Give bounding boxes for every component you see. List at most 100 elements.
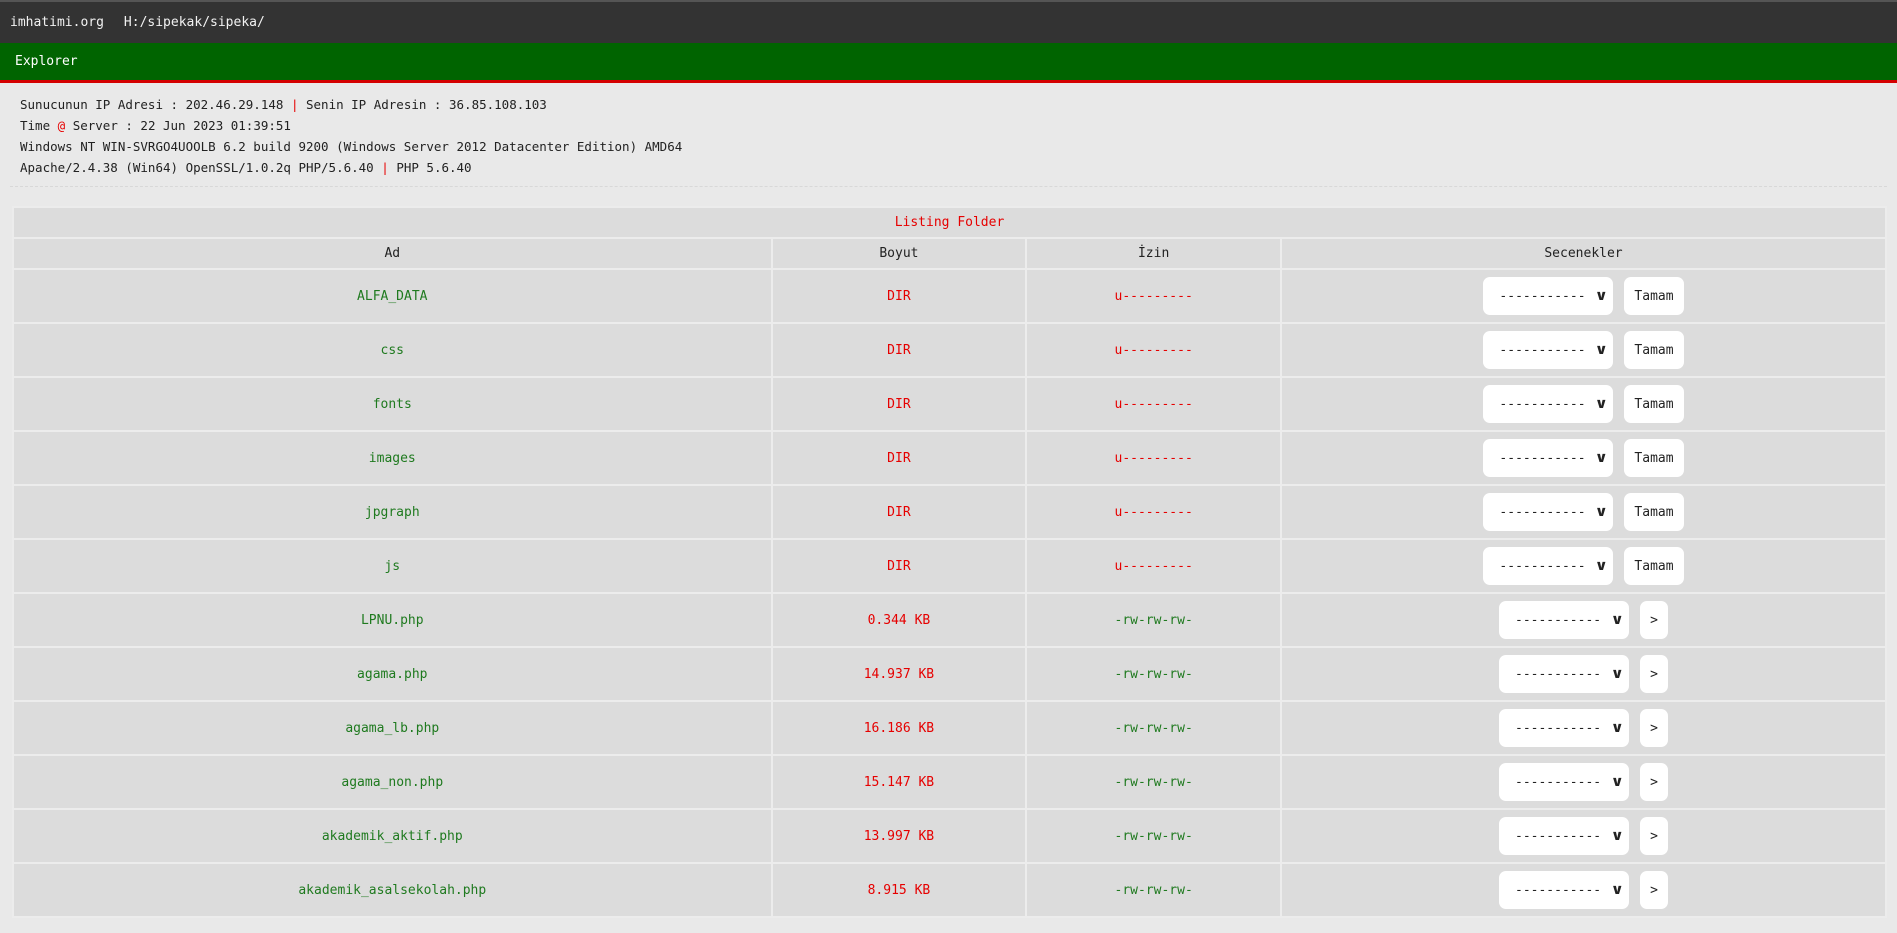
action-select[interactable]: ----------- ∨ [1483, 547, 1614, 585]
options-group: ----------- ∨ Tamam [1483, 331, 1684, 369]
options-group: ----------- ∨ > [1499, 871, 1668, 909]
action-select-value: ----------- [1515, 828, 1602, 844]
nav-bar: Explorer [0, 43, 1897, 83]
go-button[interactable]: > [1640, 763, 1668, 801]
chevron-down-icon: ∨ [1595, 396, 1608, 412]
file-link[interactable]: akademik_asalsekolah.php [12, 862, 773, 918]
chevron-down-icon: ∨ [1610, 612, 1623, 628]
server-time: Server : 22 Jun 2023 01:39:51 [72, 118, 291, 133]
action-select-value: ----------- [1515, 720, 1602, 736]
separator: | [381, 160, 389, 175]
action-select-value: ----------- [1499, 450, 1586, 466]
file-size: 0.344 KB [770, 592, 1028, 648]
file-link[interactable]: agama_lb.php [12, 700, 773, 756]
permission: -rw-rw-rw- [1025, 592, 1282, 648]
folder-link[interactable]: css [12, 322, 773, 378]
folder-link[interactable]: ALFA_DATA [12, 268, 773, 324]
permission: -rw-rw-rw- [1025, 646, 1282, 702]
table-row: agama_lb.php 16.186 KB -rw-rw-rw- ---------… [12, 700, 1887, 756]
file-size: 16.186 KB [770, 700, 1028, 756]
folder-link[interactable]: fonts [12, 376, 773, 432]
tamam-button[interactable]: Tamam [1624, 439, 1684, 477]
action-select-value: ----------- [1515, 882, 1602, 898]
options-cell: ----------- ∨ > [1280, 700, 1887, 756]
folder-link[interactable]: jpgraph [12, 484, 773, 540]
tamam-button[interactable]: Tamam [1624, 331, 1684, 369]
server-info-line-time: Time @ Server : 22 Jun 2023 01:39:51 [20, 115, 1877, 136]
action-select[interactable]: ----------- ∨ [1499, 601, 1629, 639]
chevron-down-icon: ∨ [1595, 342, 1608, 358]
file-link[interactable]: akademik_aktif.php [12, 808, 773, 864]
action-select-value: ----------- [1499, 288, 1586, 304]
action-select[interactable]: ----------- ∨ [1483, 439, 1614, 477]
go-button[interactable]: > [1640, 709, 1668, 747]
permission: u--------- [1025, 538, 1282, 594]
tamam-button[interactable]: Tamam [1624, 547, 1684, 585]
action-select[interactable]: ----------- ∨ [1499, 871, 1629, 909]
chevron-down-icon: ∨ [1610, 774, 1623, 790]
action-select-value: ----------- [1499, 342, 1586, 358]
file-size: DIR [770, 322, 1028, 378]
options-cell: ----------- ∨ Tamam [1280, 376, 1887, 432]
tamam-button[interactable]: Tamam [1624, 385, 1684, 423]
action-select[interactable]: ----------- ∨ [1483, 331, 1614, 369]
action-select[interactable]: ----------- ∨ [1483, 493, 1614, 531]
top-bar: imhatimi.org H:/sipekak/sipeka/ [0, 0, 1897, 43]
folder-link[interactable]: js [12, 538, 773, 594]
action-select[interactable]: ----------- ∨ [1499, 817, 1629, 855]
permission: -rw-rw-rw- [1025, 754, 1282, 810]
chevron-down-icon: ∨ [1610, 882, 1623, 898]
permission: u--------- [1025, 430, 1282, 486]
site-link[interactable]: imhatimi.org [10, 15, 104, 30]
nav-explorer[interactable]: Explorer [15, 54, 78, 69]
permission: -rw-rw-rw- [1025, 862, 1282, 918]
folder-link[interactable]: images [12, 430, 773, 486]
file-size: DIR [770, 484, 1028, 540]
server-info-line-os: Windows NT WIN-SVRGO4UOOLB 6.2 build 920… [20, 139, 683, 154]
go-button[interactable]: > [1640, 655, 1668, 693]
php-version: PHP 5.6.40 [396, 160, 472, 175]
action-select[interactable]: ----------- ∨ [1499, 655, 1629, 693]
options-group: ----------- ∨ Tamam [1483, 277, 1684, 315]
action-select[interactable]: ----------- ∨ [1483, 277, 1614, 315]
go-button[interactable]: > [1640, 601, 1668, 639]
file-table-wrapper: Listing Folder Ad Boyut İzin Secenekler … [12, 206, 1887, 918]
server-info-line-ip: Sunucunun IP Adresi : 202.46.29.148 | Se… [20, 94, 1877, 115]
action-select[interactable]: ----------- ∨ [1483, 385, 1614, 423]
options-cell: ----------- ∨ > [1280, 754, 1887, 810]
divider [10, 186, 1887, 187]
tamam-button[interactable]: Tamam [1624, 493, 1684, 531]
column-header-name: Ad [12, 237, 773, 270]
options-cell: ----------- ∨ Tamam [1280, 268, 1887, 324]
go-button[interactable]: > [1640, 871, 1668, 909]
table-row: ALFA_DATA DIR u--------- ----------- ∨ Tamam [12, 268, 1887, 324]
file-link[interactable]: agama.php [12, 646, 773, 702]
file-link[interactable]: agama_non.php [12, 754, 773, 810]
chevron-down-icon: ∨ [1595, 450, 1608, 466]
action-select[interactable]: ----------- ∨ [1499, 763, 1629, 801]
table-row: fonts DIR u--------- ----------- ∨ Tamam [12, 376, 1887, 432]
options-group: ----------- ∨ > [1499, 601, 1668, 639]
options-group: ----------- ∨ Tamam [1483, 439, 1684, 477]
current-path[interactable]: H:/sipekak/sipeka/ [124, 15, 265, 30]
permission: u--------- [1025, 484, 1282, 540]
server-ip: Sunucunun IP Adresi : 202.46.29.148 [20, 97, 284, 112]
file-size: DIR [770, 376, 1028, 432]
file-size: DIR [770, 430, 1028, 486]
file-table: Listing Folder Ad Boyut İzin Secenekler … [12, 206, 1887, 918]
table-row: js DIR u--------- ----------- ∨ Tamam [12, 538, 1887, 594]
time-label: Time [20, 118, 51, 133]
server-info: Sunucunun IP Adresi : 202.46.29.148 | Se… [0, 83, 1897, 186]
action-select[interactable]: ----------- ∨ [1499, 709, 1629, 747]
chevron-down-icon: ∨ [1610, 720, 1623, 736]
table-row: akademik_aktif.php 13.997 KB -rw-rw-rw- ---… [12, 808, 1887, 864]
table-row: css DIR u--------- ----------- ∨ Tamam [12, 322, 1887, 378]
go-button[interactable]: > [1640, 817, 1668, 855]
action-select-value: ----------- [1515, 666, 1602, 682]
options-cell: ----------- ∨ Tamam [1280, 484, 1887, 540]
tamam-button[interactable]: Tamam [1624, 277, 1684, 315]
file-link[interactable]: LPNU.php [12, 592, 773, 648]
file-size: 13.997 KB [770, 808, 1028, 864]
options-group: ----------- ∨ > [1499, 817, 1668, 855]
chevron-down-icon: ∨ [1595, 558, 1608, 574]
